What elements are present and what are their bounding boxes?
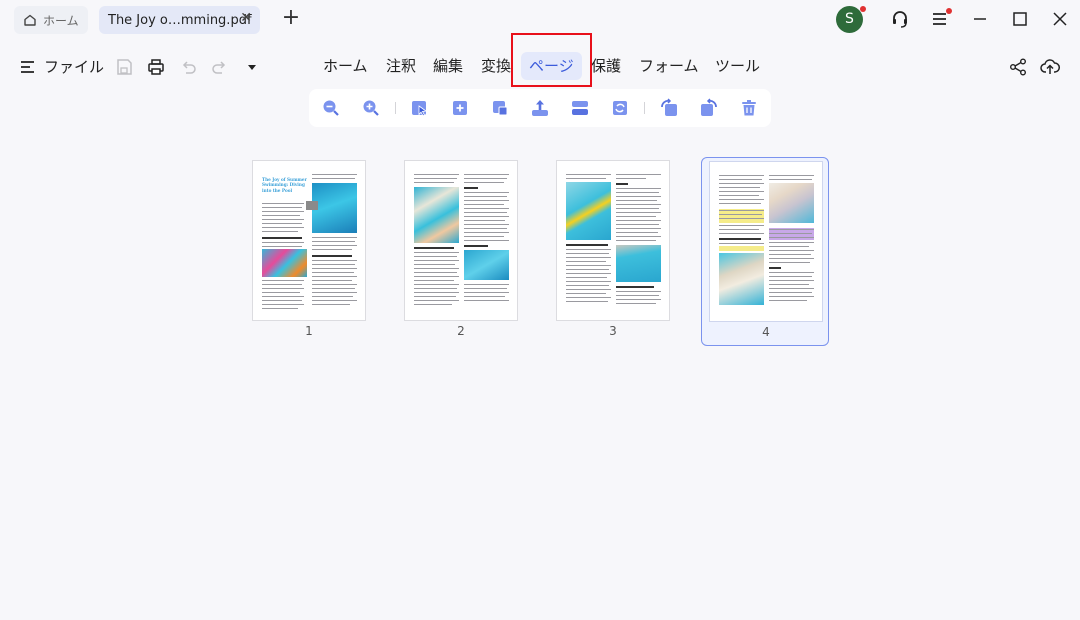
print-icon[interactable] (147, 58, 165, 76)
home-icon (24, 14, 36, 26)
page-number: 1 (305, 324, 313, 338)
crop-page-icon[interactable] (490, 98, 510, 118)
page-preview (709, 161, 823, 322)
insert-page-icon[interactable] (450, 98, 470, 118)
user-avatar[interactable]: S (836, 6, 866, 33)
pool-float-photo (262, 249, 307, 277)
undo-icon[interactable] (179, 58, 197, 76)
quick-access-dropdown-icon[interactable] (243, 58, 261, 76)
avatar-initial: S (845, 11, 854, 27)
file-menu-label: ファイル (44, 58, 105, 76)
page-thumbnail[interactable]: The Joy of Summer Swimming: Diving into … (245, 157, 373, 346)
page-toolbar (309, 89, 771, 127)
page-preview (404, 160, 518, 321)
hat-swimmer-photo (719, 253, 764, 305)
yellow-ring-photo (566, 182, 611, 240)
close-window-icon[interactable] (1050, 9, 1070, 29)
page-thumbnails: The Joy of Summer Swimming: Diving into … (0, 150, 1080, 350)
split-page-icon[interactable] (570, 98, 590, 118)
pool-ring-photo (464, 250, 509, 280)
tab-document-label: The Joy o…mming.pdf (108, 12, 252, 28)
support-headset-icon[interactable] (890, 9, 910, 29)
replace-page-icon[interactable] (610, 98, 630, 118)
share-icon[interactable] (1008, 57, 1028, 77)
tab-tools[interactable]: ツール (715, 52, 760, 80)
cloud-upload-icon[interactable] (1040, 57, 1060, 77)
tab-protect[interactable]: 保護 (591, 52, 621, 80)
page-number: 4 (762, 325, 770, 339)
notification-dot (860, 6, 866, 12)
pool-steps-photo (616, 245, 661, 282)
menu-lines-icon (21, 60, 34, 73)
redo-icon[interactable] (211, 58, 229, 76)
rotate-right-icon[interactable] (699, 98, 719, 118)
select-icon[interactable] (410, 98, 430, 118)
page-number: 3 (609, 324, 617, 338)
main-menu-button[interactable] (930, 8, 952, 29)
zoom-out-icon[interactable] (321, 98, 341, 118)
menu-notification-dot (946, 8, 952, 14)
save-icon[interactable] (115, 58, 133, 76)
rotate-left-icon[interactable] (659, 98, 679, 118)
toolbar-separator (644, 102, 645, 114)
extract-page-icon[interactable] (530, 98, 550, 118)
tab-form[interactable]: フォーム (639, 52, 699, 80)
tab-annotate[interactable]: 注釈 (386, 52, 416, 80)
page-thumbnail-selected[interactable]: 4 (701, 157, 829, 346)
tab-home-ribbon[interactable]: ホーム (323, 52, 368, 80)
page-title-text: The Joy of Summer Swimming: Diving into … (262, 177, 307, 193)
toolbar-separator (395, 102, 396, 114)
swimmer-photo (312, 183, 357, 233)
delete-page-icon[interactable] (739, 98, 759, 118)
maximize-icon[interactable] (1010, 9, 1030, 29)
tab-convert[interactable]: 変換 (481, 52, 511, 80)
close-tab-icon[interactable]: ✕ (240, 10, 252, 26)
page-preview: The Joy of Summer Swimming: Diving into … (252, 160, 366, 321)
tab-edit[interactable]: 編集 (433, 52, 463, 80)
page-number: 2 (457, 324, 465, 338)
annotation-highlight-box (511, 33, 592, 87)
pool-party-photo (414, 187, 459, 243)
minimize-icon[interactable] (970, 9, 990, 29)
page-thumbnail[interactable]: 2 (397, 157, 525, 346)
zoom-in-icon[interactable] (361, 98, 381, 118)
tab-document[interactable]: The Joy o…mming.pdf ✕ (99, 6, 260, 34)
file-menu[interactable]: ファイル (20, 56, 104, 77)
poolside-people-photo (769, 183, 814, 223)
tab-home[interactable]: ホーム (14, 6, 88, 34)
new-tab-button[interactable]: + (280, 7, 302, 30)
page-thumbnail[interactable]: 3 (549, 157, 677, 346)
page-preview (556, 160, 670, 321)
tab-home-label: ホーム (43, 13, 79, 28)
